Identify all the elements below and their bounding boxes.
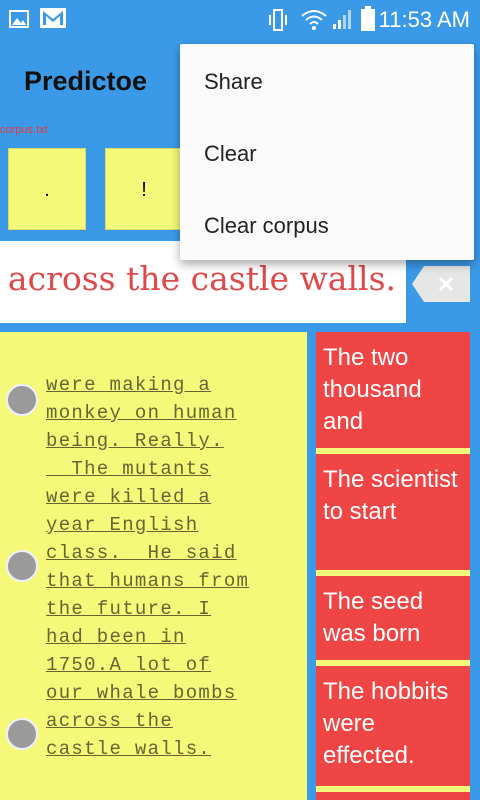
gallery-icon: [9, 10, 29, 28]
radio-button[interactable]: [6, 718, 38, 750]
radio-button[interactable]: [6, 550, 38, 582]
menu-item-clear-corpus[interactable]: Clear corpus: [204, 213, 329, 239]
story-text[interactable]: were making a monkey on human being. Rea…: [46, 371, 296, 763]
suggestion-card[interactable]: The scientist to start: [316, 454, 470, 576]
status-time: 11:53 AM: [378, 7, 470, 32]
menu-item-share[interactable]: Share: [204, 69, 263, 95]
story-panel: were making a monkey on human being. Rea…: [0, 332, 307, 800]
punctuation-key-exclamation[interactable]: !: [105, 148, 183, 230]
suggestion-card[interactable]: The hobbits were effected.: [316, 666, 470, 792]
menu-item-clear[interactable]: Clear: [204, 141, 257, 167]
punctuation-key-period[interactable]: .: [8, 148, 86, 230]
battery-icon: [361, 6, 375, 31]
signal-icon: [333, 10, 351, 29]
sentence-text: . across the castle walls.: [0, 259, 396, 298]
radio-button[interactable]: [6, 384, 38, 416]
gmail-icon: [40, 8, 66, 28]
suggestion-card[interactable]: [316, 792, 470, 800]
corpus-label: corpus.txt: [0, 124, 48, 136]
wifi-icon: [301, 10, 327, 30]
status-bar: 11:53 AM: [0, 0, 480, 38]
overflow-menu: Share Clear Clear corpus: [180, 44, 474, 260]
backspace-button[interactable]: [410, 262, 474, 306]
suggestion-card[interactable]: The two thousand and: [316, 332, 470, 454]
app-title: Predictoe: [24, 66, 148, 96]
suggestion-card[interactable]: The seed was born: [316, 576, 470, 666]
vibrate-icon: [269, 9, 287, 31]
